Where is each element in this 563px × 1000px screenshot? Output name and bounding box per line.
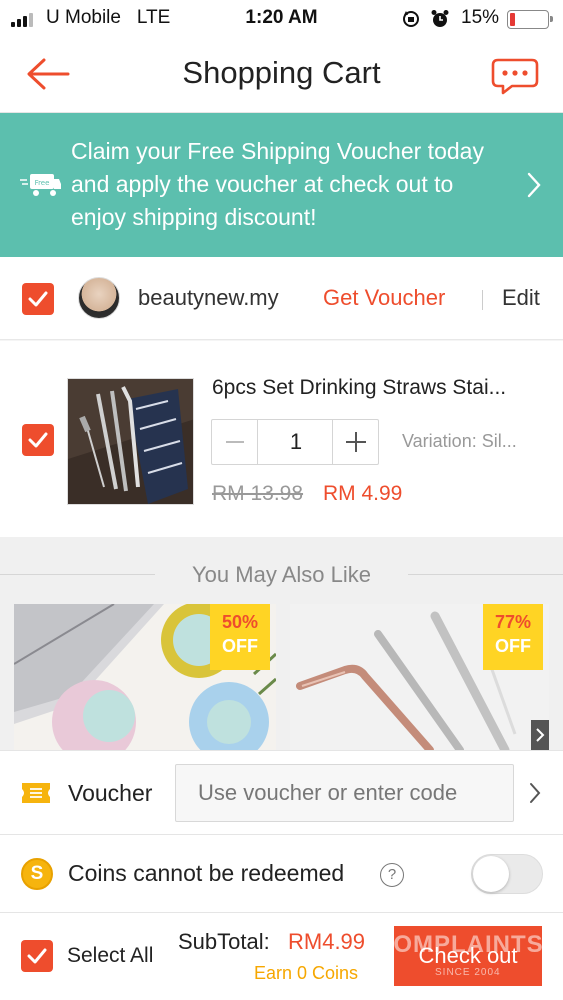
- product-image[interactable]: [67, 378, 194, 505]
- decrease-quantity-button[interactable]: [212, 420, 258, 464]
- voucher-row: Voucher: [0, 750, 563, 835]
- checkmark-icon: [27, 948, 47, 964]
- checkout-bar: Select All SubTotal: RM4.99 Earn 0 Coins…: [0, 913, 563, 1000]
- help-icon[interactable]: ?: [380, 863, 404, 887]
- recommendations-section: You May Also Like 50% OFF 77% OFF: [0, 537, 563, 750]
- voucher-label: Voucher: [68, 780, 153, 806]
- signal-icon: [11, 11, 37, 27]
- coins-toggle[interactable]: [471, 854, 543, 894]
- chevron-right-icon: [536, 728, 545, 742]
- coins-label: Coins cannot be redeemed: [68, 860, 345, 886]
- recommendations-title: You May Also Like: [192, 562, 371, 587]
- quantity-stepper: 1: [211, 419, 379, 465]
- select-all-label[interactable]: Select All: [67, 944, 153, 968]
- shop-row: beautynew.my Get Voucher Edit: [0, 257, 563, 340]
- banner-text: Claim your Free Shipping Voucher today a…: [71, 138, 484, 230]
- chevron-right-icon: [527, 172, 541, 198]
- shop-checkbox[interactable]: [22, 283, 54, 315]
- minus-icon: [226, 441, 244, 443]
- battery-percent: 15%: [461, 7, 500, 28]
- rotation-lock-icon: [403, 11, 419, 27]
- coins-row: S Coins cannot be redeemed ?: [0, 835, 563, 913]
- recommended-product-card[interactable]: 50% OFF: [14, 604, 276, 750]
- select-all-checkbox[interactable]: [21, 940, 53, 972]
- voucher-code-input[interactable]: [175, 764, 514, 822]
- checkout-button[interactable]: Check out: [394, 926, 542, 986]
- coin-icon: S: [21, 858, 53, 890]
- earn-coins-label: Earn 0 Coins: [254, 963, 359, 983]
- alarm-icon: [431, 10, 449, 27]
- back-arrow-icon[interactable]: [24, 56, 72, 92]
- shop-avatar[interactable]: [78, 277, 120, 319]
- subtotal-label: SubTotal:: [178, 929, 270, 954]
- page-title: Shopping Cart: [182, 55, 381, 90]
- product-name[interactable]: 6pcs Set Drinking Straws Stai...: [212, 376, 552, 400]
- quantity-value[interactable]: 1: [259, 420, 333, 464]
- carrier-label: U Mobile LTE: [46, 7, 171, 28]
- network-label: LTE: [136, 7, 171, 28]
- shop-name[interactable]: beautynew.my: [138, 285, 279, 311]
- plus-icon: [346, 432, 366, 452]
- straws-image: [68, 379, 193, 504]
- discount-badge: 50% OFF: [210, 604, 270, 670]
- original-price: RM 13.98: [212, 482, 304, 505]
- battery-icon: [507, 10, 553, 29]
- increase-quantity-button[interactable]: [332, 420, 378, 464]
- scroll-right-handle[interactable]: [531, 720, 549, 750]
- variation-selector[interactable]: Variation: Sil...: [402, 431, 517, 452]
- chevron-right-icon[interactable]: [528, 781, 542, 805]
- item-checkbox[interactable]: [22, 424, 54, 456]
- divider: [408, 574, 563, 575]
- cart-item: 6pcs Set Drinking Straws Stai... 1 Varia…: [0, 341, 563, 537]
- free-badge-label: Free: [35, 179, 50, 187]
- current-price: RM 4.99: [323, 482, 403, 505]
- header: Shopping Cart: [0, 38, 563, 113]
- get-voucher-link[interactable]: Get Voucher: [323, 285, 445, 311]
- checkmark-icon: [28, 432, 48, 448]
- edit-button[interactable]: Edit: [502, 285, 540, 311]
- divider: [482, 290, 483, 310]
- free-shipping-truck-icon: Free: [20, 174, 61, 196]
- chat-icon[interactable]: [490, 54, 540, 96]
- checkmark-icon: [28, 291, 48, 307]
- free-shipping-banner[interactable]: Free Claim your Free Shipping Voucher to…: [0, 113, 563, 257]
- voucher-ticket-icon: [22, 783, 50, 803]
- recommended-product-card[interactable]: 77% OFF: [290, 604, 549, 750]
- discount-badge: 77% OFF: [483, 604, 543, 670]
- status-bar: U Mobile LTE 1:20 AM 15%: [0, 0, 563, 38]
- subtotal-value: RM4.99: [288, 929, 366, 954]
